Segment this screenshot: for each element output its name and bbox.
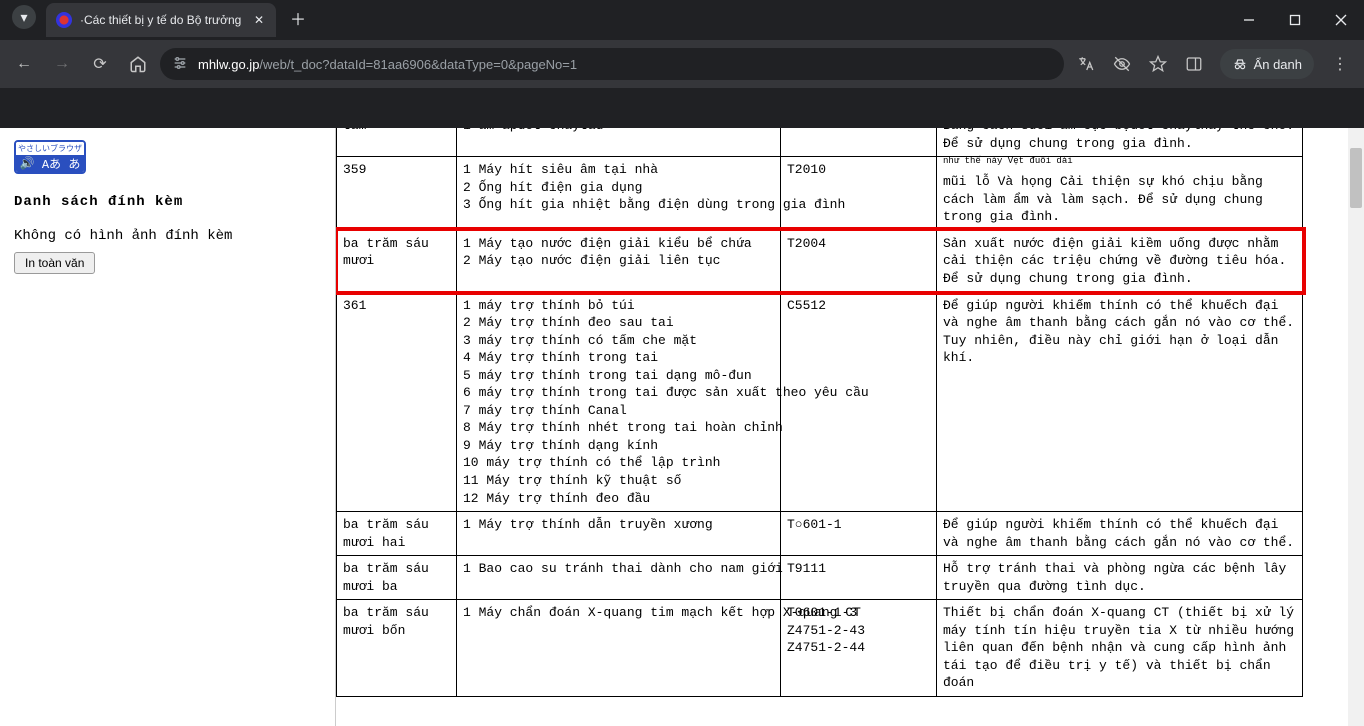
- incognito-label: Ẩn danh: [1254, 57, 1302, 72]
- cell-code: C5512: [781, 292, 937, 512]
- cell-id: ba trăm sáu mươi bốn: [337, 600, 457, 697]
- forward-button[interactable]: →: [46, 48, 78, 80]
- cell-devices: 1 Bao cao su tránh thai dành cho nam giớ…: [457, 556, 781, 600]
- window-controls: [1226, 0, 1364, 40]
- tracking-off-button[interactable]: [1106, 48, 1138, 80]
- content-frame: tám1 ấm ápdốt cháytàu Bằng cách sưởi ấm c…: [330, 128, 1364, 726]
- bookmark-button[interactable]: [1142, 48, 1174, 80]
- cell-devices: 1 ấm ápdốt cháytàu: [457, 128, 781, 157]
- table-row: ba trăm sáu mươi1 Máy tạo nước điện giải…: [337, 230, 1303, 292]
- tab-strip: ▾ ·Các thiết bị y tế do Bộ trưởng ✕ ＋: [0, 0, 312, 40]
- cell-description: Bằng cách sưởi ấm cục bộdốt cháylhay thế…: [937, 128, 1303, 157]
- cell-description: Để giúp người khiếm thính có thể khuếch …: [937, 512, 1303, 556]
- print-fulltext-button[interactable]: In toàn văn: [14, 252, 95, 274]
- top-spacer: [0, 88, 1364, 128]
- favicon-icon: [56, 12, 72, 28]
- cell-code: T2004: [781, 230, 937, 292]
- no-attachments-text: Không có hình ảnh đính kèm: [14, 228, 316, 244]
- document-scroll-area[interactable]: tám1 ấm ápdốt cháytàu Bằng cách sưởi ấm c…: [336, 128, 1364, 726]
- table-row: ba trăm sáu mươi hai1 Máy trợ thính dẫn …: [337, 512, 1303, 556]
- tab-title: ·Các thiết bị y tế do Bộ trưởng: [80, 13, 244, 27]
- cell-devices: 1 Máy hít siêu âm tại nhà2 Ống hít điện …: [457, 157, 781, 231]
- cell-code: T2010: [781, 157, 937, 231]
- incognito-icon: [1232, 56, 1248, 72]
- back-button[interactable]: ←: [8, 48, 40, 80]
- page-scrollbar-thumb[interactable]: [1350, 148, 1362, 208]
- cell-id: tám: [337, 128, 457, 157]
- sidebar: やさしいブラウザ 🔊 Aあ あ Danh sách đính kèm Không…: [0, 128, 330, 726]
- table-row: ba trăm sáu mươi ba1 Bao cao su tránh th…: [337, 556, 1303, 600]
- cell-code: T○601-1: [781, 512, 937, 556]
- cell-description: Sản xuất nước điện giải kiềm uống được n…: [937, 230, 1303, 292]
- cell-code: [781, 128, 937, 157]
- minimize-button[interactable]: [1226, 0, 1272, 40]
- page-viewport: やさしいブラウザ 🔊 Aあ あ Danh sách đính kèm Không…: [0, 128, 1364, 726]
- cell-id: ba trăm sáu mươi: [337, 230, 457, 292]
- table-row: tám1 ấm ápdốt cháytàu Bằng cách sưởi ấm c…: [337, 128, 1303, 157]
- titlebar: ▾ ·Các thiết bị y tế do Bộ trưởng ✕ ＋: [0, 0, 1364, 40]
- cell-id: ba trăm sáu mươi hai: [337, 512, 457, 556]
- home-button[interactable]: [122, 48, 154, 80]
- cell-code: T9111: [781, 556, 937, 600]
- attachments-heading: Danh sách đính kèm: [14, 194, 316, 210]
- cell-description: Để giúp người khiếm thính có thể khuếch …: [937, 292, 1303, 512]
- cell-devices: 1 Máy chẩn đoán X-quang tim mạch kết hợp…: [457, 600, 781, 697]
- cell-devices: 1 máy trợ thính bỏ túi2 Máy trợ thính đe…: [457, 292, 781, 512]
- incognito-chip[interactable]: Ẩn danh: [1220, 49, 1314, 79]
- translate-button[interactable]: [1070, 48, 1102, 80]
- site-settings-icon[interactable]: [172, 55, 188, 74]
- menu-button[interactable]: ⋮: [1324, 48, 1356, 80]
- browser-tab[interactable]: ·Các thiết bị y tế do Bộ trưởng ✕: [46, 3, 276, 37]
- address-bar[interactable]: mhlw.go.jp/web/t_doc?dataId=81aa6906&dat…: [160, 48, 1064, 80]
- cell-description: Thiết bị chẩn đoán X-quang CT (thiết bị …: [937, 600, 1303, 697]
- cell-devices: 1 Máy tạo nước điện giải kiểu bể chứa2 M…: [457, 230, 781, 292]
- tab-search-button[interactable]: ▾: [12, 5, 36, 29]
- reload-button[interactable]: ⟳: [84, 48, 116, 80]
- classification-table: tám1 ấm ápdốt cháytàu Bằng cách sưởi ấm c…: [336, 128, 1303, 697]
- table-row: ba trăm sáu mươi bốn1 Máy chẩn đoán X-qu…: [337, 600, 1303, 697]
- url-text: mhlw.go.jp/web/t_doc?dataId=81aa6906&dat…: [198, 57, 577, 72]
- maximize-button[interactable]: [1272, 0, 1318, 40]
- table-row: 3591 Máy hít siêu âm tại nhà2 Ống hít đi…: [337, 157, 1303, 231]
- new-tab-button[interactable]: ＋: [284, 4, 312, 32]
- accessibility-logo[interactable]: やさしいブラウザ 🔊 Aあ あ: [14, 140, 86, 174]
- logo-caption: やさしいブラウザ: [16, 142, 84, 155]
- tab-close-button[interactable]: ✕: [252, 13, 266, 27]
- cell-id: 361: [337, 292, 457, 512]
- page-scrollbar[interactable]: [1348, 128, 1364, 726]
- speaker-icon: 🔊: [20, 156, 35, 171]
- font-size-icon: Aあ: [42, 155, 61, 172]
- table-row: 3611 máy trợ thính bỏ túi2 Máy trợ thính…: [337, 292, 1303, 512]
- logo-icon-row: 🔊 Aあ あ: [16, 155, 84, 172]
- side-panel-button[interactable]: [1178, 48, 1210, 80]
- close-window-button[interactable]: [1318, 0, 1364, 40]
- cell-description: như thế này Vẹt đuôi dàimũi lỗ Và họng C…: [937, 157, 1303, 231]
- cell-id: 359: [337, 157, 457, 231]
- cell-description: Hỗ trợ tránh thai và phòng ngừa các bệnh…: [937, 556, 1303, 600]
- cell-devices: 1 Máy trợ thính dẫn truyền xương: [457, 512, 781, 556]
- toolbar: ← → ⟳ mhlw.go.jp/web/t_doc?dataId=81aa69…: [0, 40, 1364, 88]
- kana-icon: あ: [68, 155, 80, 172]
- cell-id: ba trăm sáu mươi ba: [337, 556, 457, 600]
